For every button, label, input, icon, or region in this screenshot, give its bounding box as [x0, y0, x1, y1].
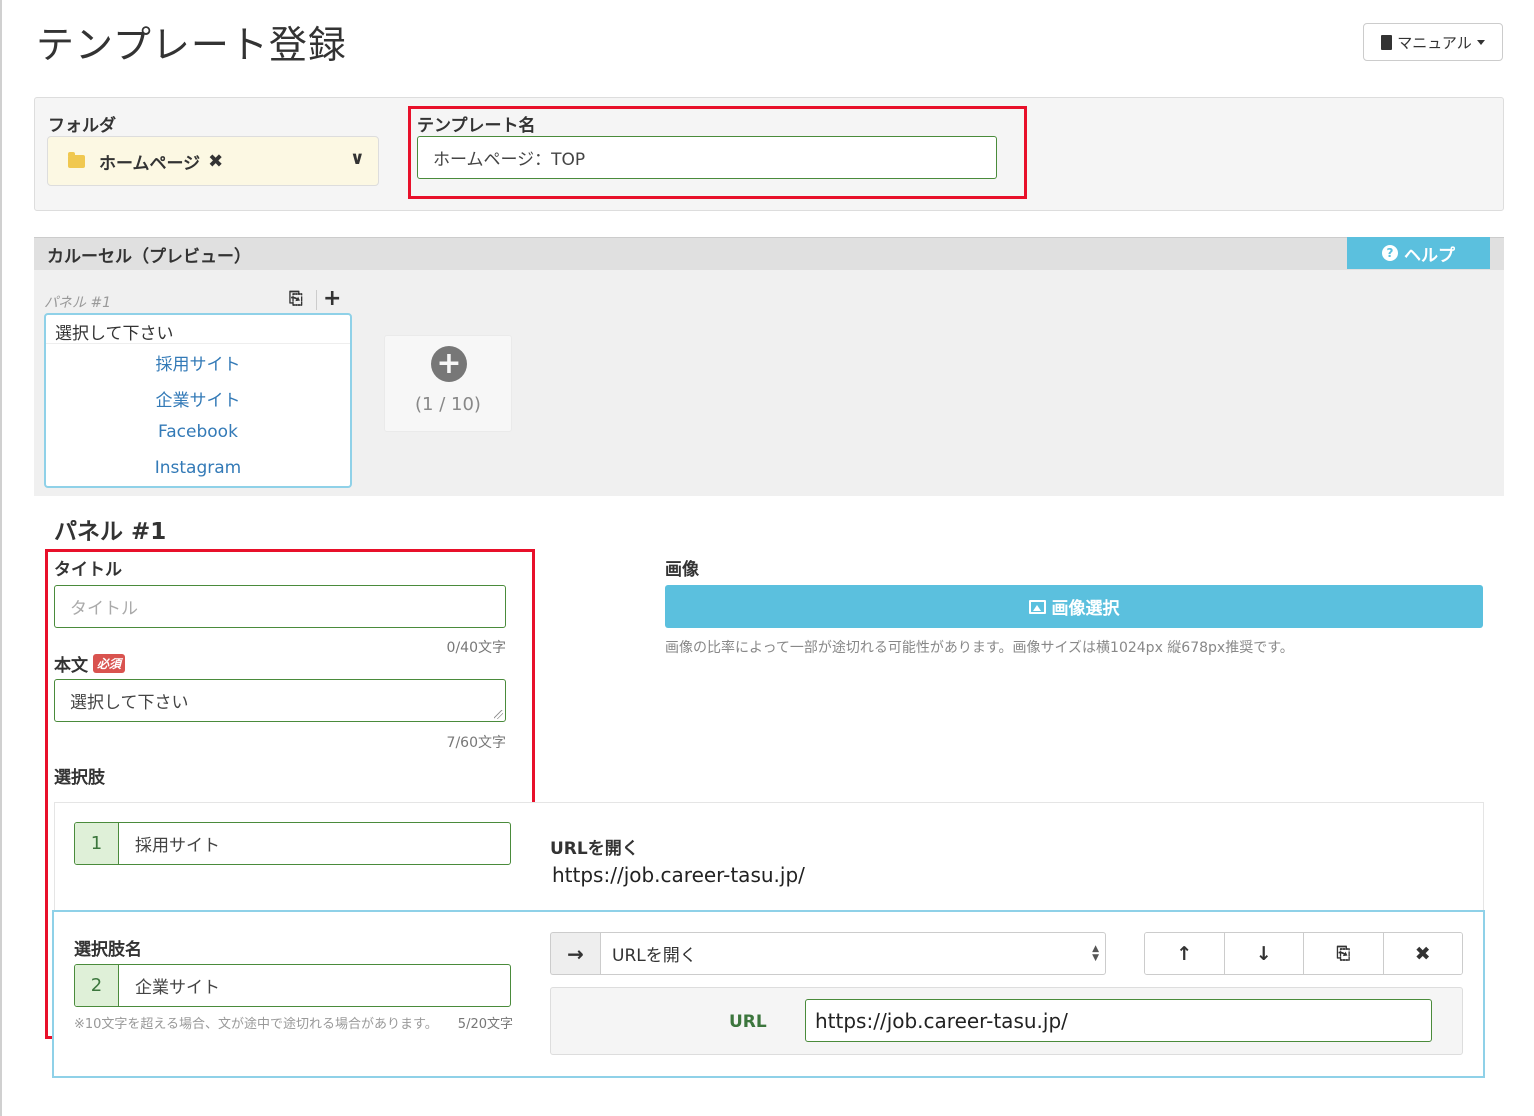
template-name-label: テンプレート名: [417, 116, 536, 136]
page-title: テンプレート登録: [36, 23, 347, 67]
image-label: 画像: [665, 560, 699, 580]
choice-2-action: URLを開く: [612, 946, 697, 966]
title-input[interactable]: タイトル: [54, 585, 506, 628]
required-badge: 必須: [93, 654, 126, 673]
title-counter: 0/40文字: [446, 640, 506, 656]
preview-card[interactable]: 選択して下さい 採用サイト 企業サイト Facebook Instagram: [44, 313, 352, 488]
image-icon: [1028, 599, 1046, 614]
manual-label: マニュアル: [1397, 33, 1472, 52]
carousel-header: カルーセル（プレビュー）: [34, 237, 1504, 270]
panel-title: パネル #1: [54, 519, 167, 545]
choice-1-name: 採用サイト: [135, 836, 220, 856]
choice-2-name: 企業サイト: [135, 978, 220, 998]
left-edge-rule: [0, 0, 2, 1116]
move-up-button[interactable]: ↑: [1145, 933, 1225, 974]
caret-down-icon: [1476, 39, 1485, 45]
choice-2-note-text: ※10文字を超える場合、文が途中で途切れる場合があります。: [74, 1017, 438, 1032]
folder-value: ホームページ: [99, 153, 201, 174]
delete-button[interactable]: ✖: [1383, 933, 1462, 974]
template-name-input[interactable]: ホームページ：TOP: [417, 136, 997, 179]
body-textarea[interactable]: 選択して下さい: [54, 679, 506, 722]
help-label: ヘルプ: [1404, 245, 1455, 266]
book-icon: [1381, 34, 1393, 50]
chevron-down-icon[interactable]: ∨: [350, 148, 365, 169]
preview-text: 選択して下さい: [55, 324, 174, 344]
choices-label: 選択肢: [54, 768, 105, 788]
choice-1-name-input[interactable]: 1 採用サイト: [74, 822, 511, 865]
choice-2-counter: 5/20文字: [441, 1016, 513, 1034]
select-image-button[interactable]: 画像選択: [665, 585, 1483, 628]
preview-choice-3[interactable]: Facebook: [46, 422, 350, 442]
carousel-header-title: カルーセル（プレビュー）: [47, 246, 251, 267]
folder-icon: [68, 151, 85, 168]
clear-icon[interactable]: ✖: [208, 151, 223, 172]
choice-2-number: 2: [75, 965, 119, 1006]
body-label-row: 本文 必須: [54, 651, 126, 676]
choice-2-toolbar: ↑ ↓ ⎘ ✖: [1144, 932, 1463, 975]
manual-dropdown-button[interactable]: マニュアル: [1363, 23, 1503, 61]
panel-tab-label[interactable]: パネル #1: [44, 292, 111, 312]
arrow-up-icon: ↑: [1176, 942, 1193, 965]
preview-choice-2[interactable]: 企業サイト: [46, 386, 350, 411]
select-arrows-icon: ▲ ▼: [1092, 944, 1099, 963]
choice-2-name-input[interactable]: 2 企業サイト: [74, 964, 511, 1007]
help-button[interactable]: ? ヘルプ: [1347, 237, 1490, 269]
preview-divider: [46, 343, 350, 344]
add-panel-button[interactable]: + (1 / 10): [384, 335, 512, 432]
select-image-label: 画像選択: [1051, 599, 1120, 619]
choice-2-action-select[interactable]: URLを開く ▲ ▼: [600, 932, 1106, 975]
copy-icon: ⎘: [1336, 943, 1351, 964]
url-label: URL: [729, 1012, 767, 1032]
panel-count: (1 / 10): [415, 394, 481, 415]
copy-icon[interactable]: ⎘: [289, 289, 303, 309]
plus-icon[interactable]: +: [323, 286, 341, 311]
choice-2-url-row: URL https://job.career-tasu.jp/: [550, 987, 1463, 1055]
arrow-down-icon: ↓: [1255, 942, 1272, 965]
title-placeholder: タイトル: [70, 599, 138, 619]
close-icon: ✖: [1414, 942, 1431, 965]
resize-handle-icon[interactable]: [494, 710, 503, 719]
preview-choice-4[interactable]: Instagram: [46, 458, 350, 478]
preview-choice-1[interactable]: 採用サイト: [46, 350, 350, 375]
choice-1-action: URLを開く: [550, 839, 639, 859]
arrow-right-icon: →: [550, 932, 600, 975]
choice-1-number: 1: [75, 823, 119, 864]
question-icon: ?: [1382, 245, 1398, 261]
choice-2-label: 選択肢名: [74, 940, 142, 960]
choice-1-url: https://job.career-tasu.jp/: [552, 863, 805, 887]
move-down-button[interactable]: ↓: [1224, 933, 1304, 974]
body-counter: 7/60文字: [446, 735, 506, 751]
copy-button[interactable]: ⎘: [1304, 933, 1384, 974]
plus-circle-icon: +: [431, 346, 467, 382]
body-label: 本文: [54, 656, 88, 676]
image-note: 画像の比率によって一部が途切れる可能性があります。画像サイズは横1024px 縦…: [665, 640, 1294, 656]
tool-divider: [316, 290, 317, 310]
url-input[interactable]: https://job.career-tasu.jp/: [805, 999, 1432, 1042]
body-value: 選択して下さい: [70, 693, 189, 713]
title-label: タイトル: [54, 560, 122, 580]
folder-label: フォルダ: [48, 116, 116, 136]
folder-select[interactable]: ホームページ ✖: [47, 136, 379, 186]
